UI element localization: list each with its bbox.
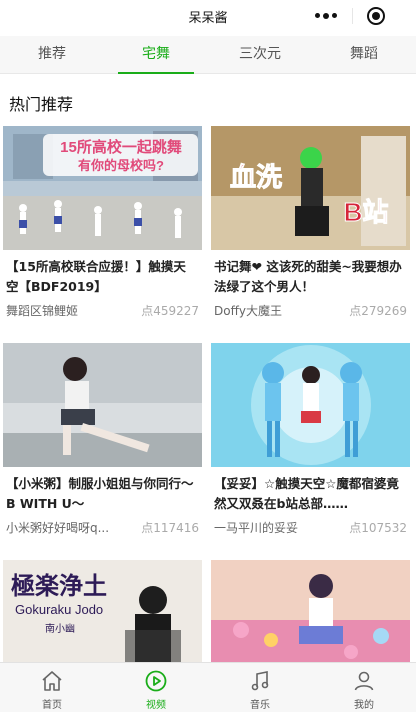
video-card[interactable]: 血洗 B站 书记舞❤ 这该死的甜美~我要想办法绿了这个男人！ Doffy大魔王 … <box>211 126 410 319</box>
bottom-tab-me[interactable]: 我的 <box>312 663 416 712</box>
bottom-tab-label: 音乐 <box>250 700 270 711</box>
more-icon[interactable] <box>306 13 346 19</box>
svg-text:極楽浄土: 極楽浄土 <box>11 571 107 600</box>
svg-text:有你的母校吗?: 有你的母校吗? <box>78 158 164 173</box>
video-grid: 15所高校一起跳舞 有你的母校吗? 【15所高校联合应援！】触摸天空【BDF20… <box>0 126 416 662</box>
svg-text:南小幽: 南小幽 <box>45 622 75 635</box>
view-count: 点279269 <box>349 304 407 318</box>
section-title: 热门推荐 <box>9 95 74 114</box>
close-icon[interactable] <box>367 7 385 25</box>
video-author[interactable]: 一马平川的妥妥 <box>214 519 298 536</box>
video-author[interactable]: Doffy大魔王 <box>214 302 282 319</box>
tab-dance[interactable]: 舞蹈 <box>312 36 416 73</box>
video-thumbnail[interactable]: 血洗 B站 <box>211 126 410 250</box>
tab-3d[interactable]: 三次元 <box>208 36 312 73</box>
svg-text:B站: B站 <box>344 197 389 227</box>
video-card[interactable]: 【小米粥】制服小姐姐与你同行～B WITH U～ 小米粥好好喝呀q... 点11… <box>3 343 202 536</box>
view-count: 点107532 <box>349 521 407 535</box>
capsule-divider <box>352 8 353 24</box>
video-thumbnail[interactable] <box>3 343 202 467</box>
video-meta: 一马平川的妥妥 点107532 <box>211 519 410 536</box>
bottom-tab-music[interactable]: 音乐 <box>208 663 312 712</box>
user-icon <box>354 671 374 691</box>
view-count: 点117416 <box>141 521 199 535</box>
video-author[interactable]: 舞蹈区锦鲤姬 <box>6 302 78 319</box>
video-thumbnail[interactable]: 極楽浄土 Gokuraku Jodo 南小幽 <box>3 560 202 662</box>
video-meta: Doffy大魔王 点279269 <box>211 302 410 319</box>
bottom-tab-bar: 首页 视频 音乐 我的 <box>0 662 416 712</box>
video-meta: 舞蹈区锦鲤姬 点459227 <box>3 302 202 319</box>
navigation-bar: 呆呆酱 <box>0 0 416 36</box>
video-icon <box>145 670 167 692</box>
svg-text:15所高校一起跳舞: 15所高校一起跳舞 <box>60 138 182 156</box>
svg-text:Gokuraku Jodo: Gokuraku Jodo <box>15 602 103 617</box>
bottom-tab-label: 我的 <box>354 700 374 711</box>
video-author[interactable]: 小米粥好好喝呀q... <box>6 519 109 536</box>
bottom-tab-home[interactable]: 首页 <box>0 663 104 712</box>
video-thumbnail[interactable]: 15所高校一起跳舞 有你的母校吗? <box>3 126 202 250</box>
video-meta: 小米粥好好喝呀q... 点117416 <box>3 519 202 536</box>
section-header: 热门推荐 <box>0 74 416 124</box>
video-title[interactable]: 【15所高校联合应援！】触摸天空【BDF2019】 <box>3 257 202 297</box>
bottom-tab-video[interactable]: 视频 <box>104 663 208 712</box>
video-card[interactable]: 15所高校一起跳舞 有你的母校吗? 【15所高校联合应援！】触摸天空【BDF20… <box>3 126 202 319</box>
tab-otaku-dance[interactable]: 宅舞 <box>104 36 208 74</box>
category-tabs: 推荐 宅舞 三次元 舞蹈 <box>0 36 416 74</box>
svg-text:血洗: 血洗 <box>230 162 282 192</box>
music-icon <box>251 671 269 691</box>
view-count: 点459227 <box>141 304 199 318</box>
menu-capsule <box>306 4 394 28</box>
video-thumbnail[interactable] <box>211 343 410 467</box>
bottom-tab-label: 首页 <box>42 700 62 711</box>
video-title[interactable]: 书记舞❤ 这该死的甜美~我要想办法绿了这个男人！ <box>211 257 410 297</box>
home-icon <box>42 671 62 691</box>
bottom-tab-label: 视频 <box>146 700 166 711</box>
video-card[interactable]: 極楽浄土 Gokuraku Jodo 南小幽 <box>3 560 202 662</box>
video-title[interactable]: 【妥妥】☆触摸天空☆魔都宿婆竟然又双叒在b站总部…… <box>211 474 410 514</box>
video-thumbnail[interactable] <box>211 560 410 662</box>
video-card[interactable]: 【妥妥】☆触摸天空☆魔都宿婆竟然又双叒在b站总部…… 一马平川的妥妥 点1075… <box>211 343 410 536</box>
tab-recommend[interactable]: 推荐 <box>0 36 104 73</box>
video-title[interactable]: 【小米粥】制服小姐姐与你同行～B WITH U～ <box>3 474 202 514</box>
video-card[interactable] <box>211 560 410 662</box>
